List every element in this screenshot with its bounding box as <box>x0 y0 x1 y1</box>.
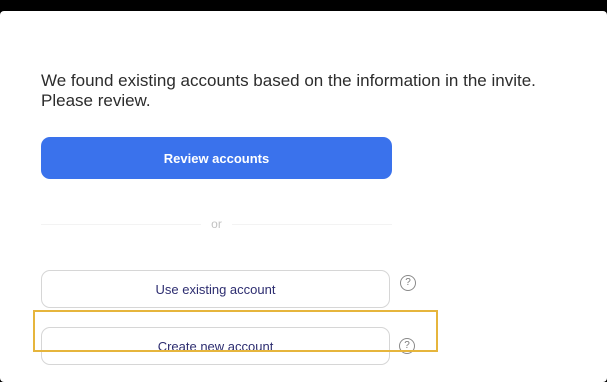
divider-line-left <box>41 223 202 225</box>
create-new-account-button[interactable]: Create new account <box>41 327 390 365</box>
help-circle-icon[interactable]: ? <box>399 338 415 354</box>
help-circle-icon[interactable]: ? <box>400 275 416 291</box>
or-divider: or <box>41 214 393 234</box>
use-existing-account-button[interactable]: Use existing account <box>41 270 390 308</box>
account-review-panel: We found existing accounts based on the … <box>0 11 607 382</box>
divider-label: or <box>211 217 222 231</box>
existing-accounts-message: We found existing accounts based on the … <box>41 71 536 110</box>
review-accounts-button[interactable]: Review accounts <box>41 137 392 179</box>
divider-line-right <box>231 223 393 225</box>
